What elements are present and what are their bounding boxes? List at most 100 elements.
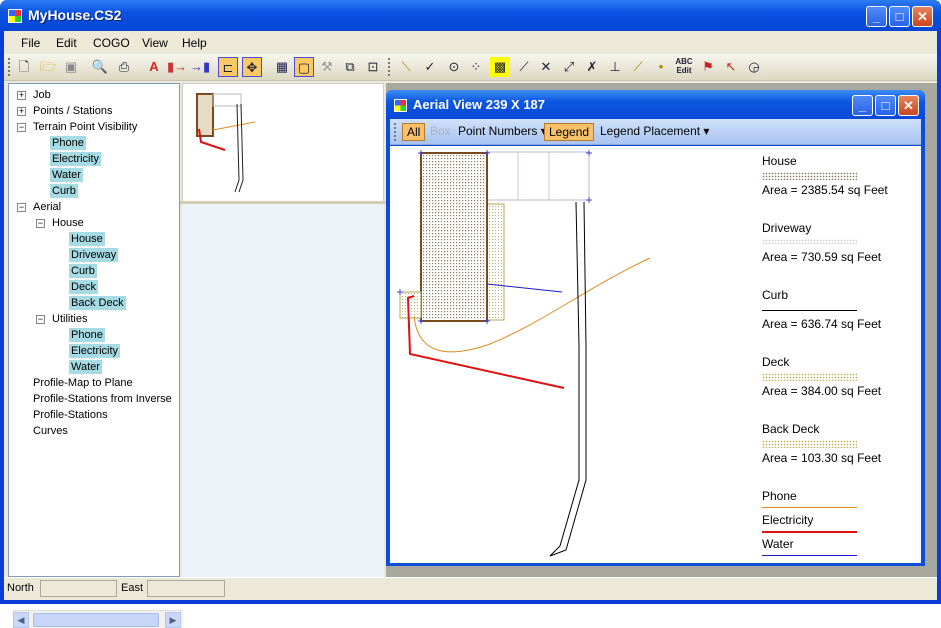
tree-expander-icon[interactable]: −: [17, 203, 26, 212]
tree-node[interactable]: Profile-Stations: [31, 408, 110, 422]
tree-node[interactable]: Driveway: [69, 248, 119, 262]
legend-placement-label: Legend Placement: [600, 124, 701, 138]
toolbar-grip[interactable]: [394, 123, 397, 141]
tree-expander-icon[interactable]: −: [36, 219, 45, 228]
intersect-icon[interactable]: ✕: [536, 57, 556, 77]
angle-icon[interactable]: ⟋: [514, 57, 534, 77]
menu-edit[interactable]: Edit: [56, 36, 77, 50]
tree-node[interactable]: House: [50, 216, 86, 230]
point-numbers-dropdown[interactable]: Point Numbers ▾: [454, 123, 551, 141]
tree-node[interactable]: Phone: [50, 136, 86, 150]
import-icon[interactable]: ▮→: [167, 57, 187, 77]
toolbar-grip[interactable]: [388, 58, 391, 76]
empty-pane: [182, 204, 384, 577]
tree-node[interactable]: Points / Stations: [31, 104, 115, 118]
cross-icon[interactable]: ✗: [582, 57, 602, 77]
legend-button[interactable]: Legend: [544, 123, 595, 141]
tree-node[interactable]: Curves: [31, 424, 70, 438]
box-button[interactable]: Box: [426, 123, 455, 141]
legend-area-name: Curb: [762, 288, 789, 302]
save-icon[interactable]: ▣: [61, 57, 81, 77]
new-file-icon[interactable]: 🗋: [14, 57, 34, 77]
open-folder-icon[interactable]: 🗁: [38, 57, 58, 77]
aerial-canvas[interactable]: House Area = 2385.54 sq Feet Driveway Area …: [390, 146, 921, 563]
legend-swatch: [762, 373, 857, 381]
child-close-button[interactable]: ✕: [898, 95, 919, 116]
offset-icon[interactable]: ⤢: [559, 57, 579, 77]
view-window-icon[interactable]: ▢: [294, 57, 314, 77]
tree-node[interactable]: Aerial: [31, 200, 63, 214]
aerial-view-titlebar[interactable]: Aerial View 239 X 187 _ □ ✕: [386, 90, 925, 119]
point-icon[interactable]: •: [651, 57, 671, 77]
aerial-view-title: Aerial View 239 X 187: [413, 97, 546, 112]
text-edit-icon[interactable]: ABC Edit: [674, 57, 694, 77]
all-button[interactable]: All: [402, 123, 426, 141]
tree-node[interactable]: Water: [50, 168, 83, 182]
menu-cogo[interactable]: COGO: [93, 36, 130, 50]
east-field: [147, 580, 225, 597]
area-icon[interactable]: ▩: [490, 57, 510, 77]
tree-expander-icon[interactable]: −: [17, 123, 26, 132]
export-icon[interactable]: →▮: [190, 57, 210, 77]
north-field: [40, 580, 117, 597]
child-minimize-button[interactable]: _: [852, 95, 873, 116]
select-tool-icon[interactable]: ⊏: [218, 57, 238, 77]
legend-swatch: [762, 172, 857, 180]
child-maximize-button[interactable]: □: [875, 95, 896, 116]
tree-node[interactable]: Utilities: [50, 312, 89, 326]
tree-node[interactable]: Deck: [69, 280, 99, 294]
tree-node[interactable]: Phone: [69, 328, 105, 342]
annotate-icon[interactable]: ⚑: [698, 57, 718, 77]
measure-icon[interactable]: ⟋: [628, 57, 648, 77]
menu-view[interactable]: View: [142, 36, 168, 50]
tree-expander-icon[interactable]: −: [36, 315, 45, 324]
main-toolbar: 🗋 🗁 ▣ 🔍 ⎙ A ▮→ →▮ ⊏ ✥ ▦ ▢ ⚒ ⧉ ⊡ ⟍ ✓ ⊙ ⁘ …: [4, 54, 937, 81]
arc-icon[interactable]: ◶: [744, 57, 764, 77]
line-icon[interactable]: ⟍: [396, 57, 416, 77]
curve-icon[interactable]: ↖: [721, 57, 741, 77]
tree-expander-icon[interactable]: +: [17, 107, 26, 116]
project-tree[interactable]: ◀ ▶ + Job + Points / Stations − Terrain Point…: [8, 83, 183, 628]
scroll-left-icon[interactable]: ◀: [13, 612, 29, 628]
tree-node[interactable]: Back Deck: [69, 296, 126, 310]
close-button[interactable]: ✕: [912, 6, 933, 27]
title-bar[interactable]: MyHouse.CS2 _ □ ✕: [0, 0, 941, 31]
check-line-icon[interactable]: ✓: [420, 57, 440, 77]
tree-node[interactable]: Water: [69, 360, 102, 374]
tree-expander-icon[interactable]: +: [17, 91, 26, 100]
maximize-button[interactable]: □: [889, 6, 910, 27]
tree-node[interactable]: Electricity: [69, 344, 121, 358]
menu-file[interactable]: File: [21, 36, 40, 50]
perpendicular-icon[interactable]: ⊥: [605, 57, 625, 77]
overview-drawing: [196, 93, 256, 193]
tree-node[interactable]: Profile-Stations from Inverse: [31, 392, 174, 406]
points-icon[interactable]: ⁘: [466, 57, 486, 77]
print-icon[interactable]: ⎙: [114, 57, 134, 77]
paste-icon[interactable]: ⊡: [363, 57, 383, 77]
grid-icon[interactable]: ▦: [272, 57, 292, 77]
tree-node[interactable]: Profile-Map to Plane: [31, 376, 135, 390]
legend-placement-dropdown[interactable]: Legend Placement ▾: [596, 123, 713, 141]
site-plan-drawing: [397, 150, 651, 557]
tree-scrollbar[interactable]: ◀ ▶: [13, 610, 183, 628]
circle-point-icon[interactable]: ⊙: [444, 57, 464, 77]
menu-help[interactable]: Help: [182, 36, 207, 50]
tree-node[interactable]: Electricity: [50, 152, 102, 166]
tool-icon[interactable]: ⚒: [317, 57, 337, 77]
tree-node[interactable]: Curb: [69, 264, 97, 278]
print-preview-icon[interactable]: 🔍: [90, 57, 110, 77]
scroll-right-icon[interactable]: ▶: [165, 612, 181, 628]
zoom-extents-icon[interactable]: ✥: [242, 57, 262, 77]
tree-node[interactable]: Curb: [50, 184, 78, 198]
overview-map[interactable]: [182, 83, 384, 203]
deck-shape: [399, 291, 422, 319]
toolbar-grip[interactable]: [8, 58, 11, 76]
tree-node[interactable]: Job: [31, 88, 53, 102]
tree-node[interactable]: House: [69, 232, 105, 246]
tree-node[interactable]: Terrain Point Visibility: [31, 120, 139, 134]
text-style-icon[interactable]: A: [144, 57, 164, 77]
legend-line-swatch: [762, 531, 857, 533]
copy-icon[interactable]: ⧉: [340, 57, 360, 77]
scroll-thumb[interactable]: [33, 613, 159, 627]
minimize-button[interactable]: _: [866, 6, 887, 27]
